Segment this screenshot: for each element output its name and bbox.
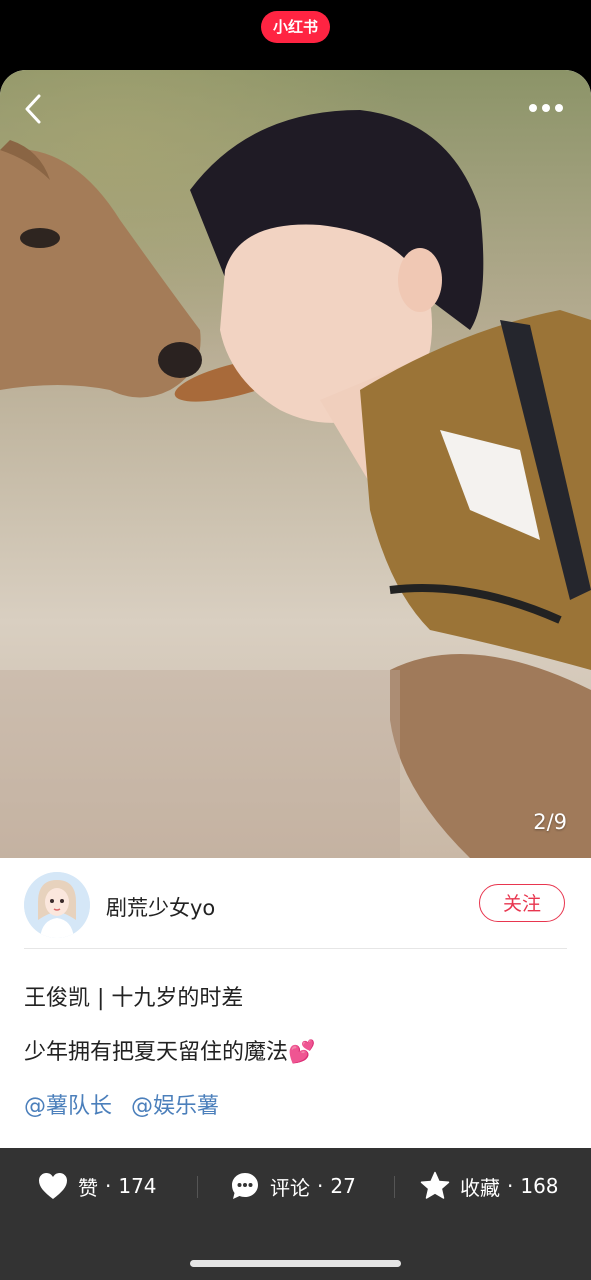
divider	[24, 948, 567, 949]
collect-count: 168	[520, 1174, 559, 1198]
status-top-bar: 小红书	[0, 0, 591, 70]
heart-emoji: 💕	[288, 1040, 316, 1065]
like-button[interactable]: 赞 · 174	[38, 1170, 157, 1202]
note-card: 2/9 剧荒少女yo 关注 王俊凯 | 十九岁的时差 少年拥有把夏天留住的魔法💕…	[0, 70, 591, 1280]
note-photo[interactable]: 2/9	[0, 70, 591, 858]
comment-icon	[232, 1173, 258, 1199]
collect-dot: ·	[507, 1174, 514, 1198]
collect-label: 收藏	[460, 1175, 500, 1200]
author-avatar[interactable]	[24, 872, 90, 938]
app-logo: 小红书	[261, 11, 330, 43]
comment-button[interactable]: 评论 · 27	[230, 1170, 356, 1202]
comment-label: 评论	[270, 1175, 310, 1200]
separator	[197, 1176, 198, 1198]
chevron-left-icon	[25, 94, 41, 124]
home-indicator	[190, 1260, 401, 1267]
tag-link[interactable]: @薯队长	[24, 1094, 112, 1119]
post-body: 少年拥有把夏天留住的魔法💕	[24, 1034, 315, 1066]
post-tags: @薯队长 @娱乐薯	[24, 1088, 231, 1120]
author-name[interactable]: 剧荒少女yo	[106, 892, 215, 922]
avatar-illustration	[24, 872, 90, 938]
tag-link[interactable]: @娱乐薯	[131, 1094, 219, 1119]
follow-button[interactable]: 关注	[479, 884, 565, 922]
star-icon	[420, 1171, 450, 1199]
like-label: 赞	[78, 1175, 98, 1200]
engagement-bar: 赞 · 174 评论 · 27 收藏 · 168	[0, 1148, 591, 1280]
author-row: 剧荒少女yo 关注	[0, 858, 591, 948]
like-count: 174	[118, 1174, 157, 1198]
comment-count: 27	[330, 1174, 356, 1198]
post-body-text: 少年拥有把夏天留住的魔法	[24, 1040, 289, 1065]
separator	[394, 1176, 395, 1198]
more-dots-icon	[529, 104, 563, 112]
heart-icon	[39, 1173, 67, 1199]
photo-illustration	[0, 70, 591, 858]
back-button[interactable]	[18, 92, 52, 126]
like-dot: ·	[105, 1174, 112, 1198]
more-options-button[interactable]	[524, 96, 568, 120]
comment-dot: ·	[317, 1174, 324, 1198]
collect-button[interactable]: 收藏 · 168	[420, 1170, 559, 1202]
photo-page-indicator: 2/9	[533, 810, 567, 834]
post-title: 王俊凯 | 十九岁的时差	[24, 986, 244, 1011]
